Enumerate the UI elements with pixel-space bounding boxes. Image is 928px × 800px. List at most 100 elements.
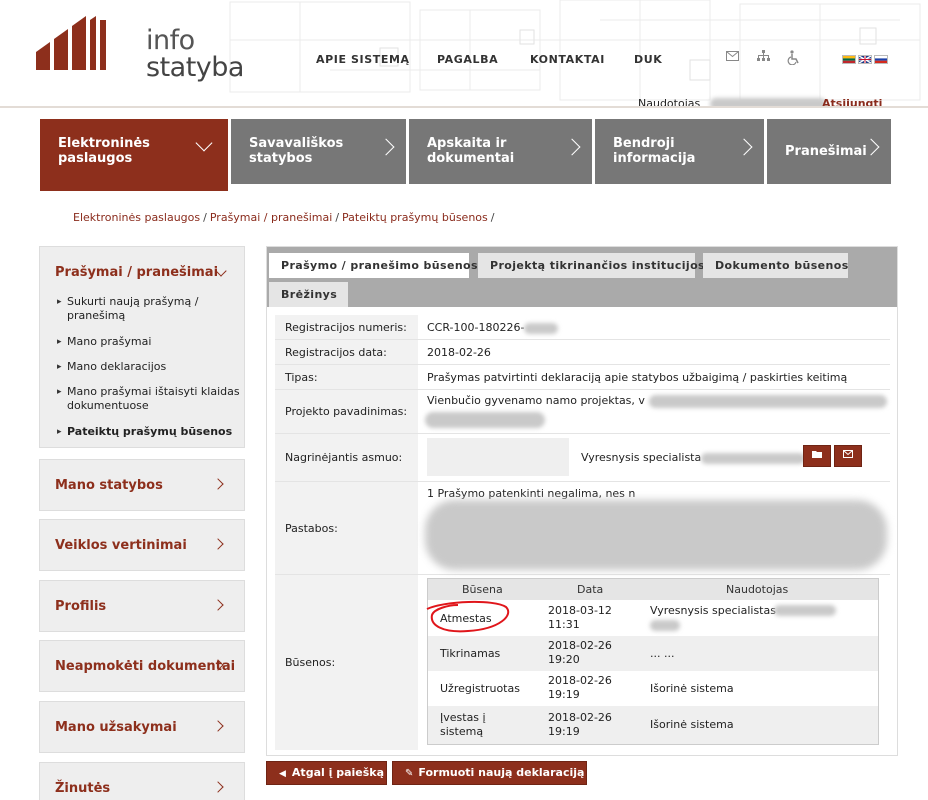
folder-button[interactable] [803, 445, 831, 467]
status-history-table: Būsena Data Naudotojas Atmestas 2018-03-… [426, 578, 879, 745]
topnav-duk[interactable]: DUK [634, 53, 662, 66]
detail-label: Projekto pavadinimas: [275, 390, 418, 433]
detail-label: Pastabos: [275, 482, 418, 574]
sidebar-section-prasymai: Prašymai / pranešimai Sukurti naują praš… [39, 246, 245, 448]
back-to-search-button[interactable]: ◀ Atgal į paiešką [266, 761, 387, 785]
breadcrumb-item[interactable]: Prašymai / pranešimai [210, 211, 332, 224]
mainnav-savavaliskos-statybos[interactable]: Savavališkos statybos [231, 119, 406, 184]
mainnav-apskaita-ir-dokumentai[interactable]: Apskaita ir dokumentai [409, 119, 592, 184]
detail-row-project: Projekto pavadinimas: Vienbučio gyvenamo… [275, 390, 890, 434]
detail-label: Būsenos: [275, 575, 418, 750]
topnav-pagalba[interactable]: PAGALBA [437, 53, 498, 66]
examiner-photo-placeholder [427, 438, 569, 476]
flag-ru-icon[interactable] [874, 55, 888, 64]
sidebar-section-title[interactable]: Prašymai / pranešimai [55, 265, 218, 280]
request-status-panel: Prašymo / pranešimo būsenos Projektą tik… [266, 246, 898, 756]
detail-label: Registracijos data: [275, 340, 418, 364]
infostatyba-logo[interactable]: info statyba [36, 12, 244, 83]
column-header: Naudotojas [726, 583, 789, 596]
chevron-right-icon [212, 720, 224, 732]
date-cell: 2018-02-26 [548, 674, 612, 687]
user-cell: Išorinė sistema [650, 718, 734, 731]
folder-open-icon [811, 451, 822, 458]
breadcrumb-item[interactable]: Pateiktų prašymų būsenos [342, 211, 488, 224]
tab-prasymo-busenos[interactable]: Prašymo / pranešimo būsenos [269, 253, 478, 278]
tab-bar: Prašymo / pranešimo būsenos Projektą tik… [267, 247, 897, 307]
sidebar-item-zinutes[interactable]: Žinutės [39, 762, 245, 800]
redacted-text [648, 394, 887, 408]
mainnav-label-line2: statybos [249, 151, 313, 166]
sidebar-item-veiklos-vertinimai[interactable]: Veiklos vertinimai [39, 519, 245, 571]
mainnav-pranesimai[interactable]: Pranešimai [767, 119, 891, 184]
table-row: Užregistruotas 2018-02-26 19:19 Išorinė … [428, 671, 878, 706]
topnav-apie-sistema[interactable]: APIE SISTEMĄ [316, 53, 410, 66]
sitemap-icon[interactable] [755, 50, 771, 66]
detail-label: Registracijos numeris: [275, 315, 418, 339]
sidebar-item-mano-deklaracijos[interactable]: Mano deklaracijos [57, 360, 242, 374]
mainnav-bendroji-informacija[interactable]: Bendroji informacija [595, 119, 764, 184]
detail-row-notes: Pastabos: 1 Prašymo patenkinti negalima,… [275, 482, 890, 575]
tab-brezinys[interactable]: Brėžinys [269, 282, 348, 307]
status-cell-line2: sistemą [440, 725, 484, 738]
envelope-icon [843, 450, 853, 458]
reg-no-text: CCR-100-180226- [427, 321, 525, 334]
header-divider [0, 106, 928, 108]
detail-label: Nagrinėjantis asmuo: [275, 434, 418, 481]
detail-row-examiner: Nagrinėjantis asmuo: Vyresnysis speciali… [275, 434, 890, 482]
breadcrumb: Elektroninės paslaugos / Prašymai / praneš… [73, 211, 495, 224]
flag-en-icon[interactable] [858, 55, 872, 64]
table-row: Tikrinamas 2018-02-26 19:20 ... ... [428, 636, 878, 671]
new-declaration-label: Formuoti naują deklaraciją [418, 766, 585, 779]
column-header: Data [577, 583, 604, 596]
new-declaration-button[interactable]: ✎ Formuoti naują deklaraciją [392, 761, 587, 785]
time-cell: 19:19 [548, 725, 580, 738]
chevron-right-icon [212, 478, 224, 490]
date-cell: 2018-02-26 [548, 639, 612, 652]
sidebar-item-profilis[interactable]: Profilis [39, 580, 245, 632]
redacted-text [425, 500, 887, 570]
flag-lt-icon[interactable] [842, 55, 856, 64]
mainnav-label-line2: paslaugos [58, 151, 133, 166]
tab-dokumento-busenos[interactable]: Dokumento būsenos [703, 253, 848, 278]
sidebar-item-istaisyti-klaidas[interactable]: Mano prašymai ištaisyti klaidas dokument… [57, 385, 242, 413]
logo-mark-icon [36, 16, 106, 70]
email-button[interactable] [834, 445, 862, 467]
sidebar-item-label: Veiklos vertinimai [55, 538, 187, 553]
arrow-left-icon: ◀ [279, 769, 286, 779]
chevron-right-icon [212, 781, 224, 793]
project-text: Vienbučio gyvenamo namo projektas, v [427, 394, 645, 407]
detail-row-reg-date: Registracijos data: 2018-02-26 [275, 340, 890, 365]
sidebar-item-sukurti[interactable]: Sukurti naują prašymą / pranešimą [57, 295, 242, 323]
sidebar-item-label: Neapmokėti dokumentai [55, 659, 236, 674]
mail-icon[interactable] [724, 50, 740, 66]
sidebar-item-label: Mano statybos [55, 478, 163, 493]
logo-text-statyba: statyba [146, 52, 244, 83]
mainnav-elektronines-paslaugos[interactable]: Elektroninės paslaugos [40, 119, 228, 191]
table-row: Įvestas į sistemą 2018-02-26 19:19 Išori… [428, 706, 878, 744]
chevron-right-icon [212, 599, 224, 611]
sidebar-item-neapmoketi-dokumentai[interactable]: Neapmokėti dokumentai [39, 640, 245, 692]
sidebar-item-mano-statybos[interactable]: Mano statybos [39, 459, 245, 511]
site-header: info statyba APIE SISTEMĄ PAGALBA KONTAK… [0, 0, 928, 108]
accessibility-icon[interactable] [786, 50, 802, 66]
detail-row-type: Tipas: Prašymas patvirtinti deklaraciją … [275, 365, 890, 390]
sidebar-item-mano-uzsakymai[interactable]: Mano užsakymai [39, 701, 245, 753]
detail-value-reg-no: CCR-100-180226- [427, 321, 559, 334]
user-cell: Išorinė sistema [650, 682, 734, 695]
redacted-text [774, 605, 836, 616]
sidebar-item-mano-prasymai[interactable]: Mano prašymai [57, 335, 242, 349]
sidebar-item-pateiktu-busenos[interactable]: Pateiktų prašymų būsenos [57, 425, 242, 439]
topnav-kontaktai[interactable]: KONTAKTAI [530, 53, 605, 66]
tab-tikrinancios-institucijos[interactable]: Projektą tikrinančios institucijos [478, 253, 705, 278]
breadcrumb-item[interactable]: Elektroninės paslaugos [73, 211, 200, 224]
time-cell: 11:31 [548, 618, 580, 631]
time-cell: 19:19 [548, 688, 580, 701]
status-cell: Užregistruotas [440, 682, 520, 695]
examiner-text: Vyresnysis specialista [581, 451, 702, 464]
detail-value-notes: 1 Prašymo patenkinti negalima, nes n [427, 487, 636, 500]
sidebar-item-label: Žinutės [55, 781, 111, 796]
redacted-text [701, 452, 806, 464]
redacted-text [524, 322, 559, 334]
redacted-text [425, 412, 545, 428]
sidebar-item-label: Profilis [55, 599, 107, 614]
